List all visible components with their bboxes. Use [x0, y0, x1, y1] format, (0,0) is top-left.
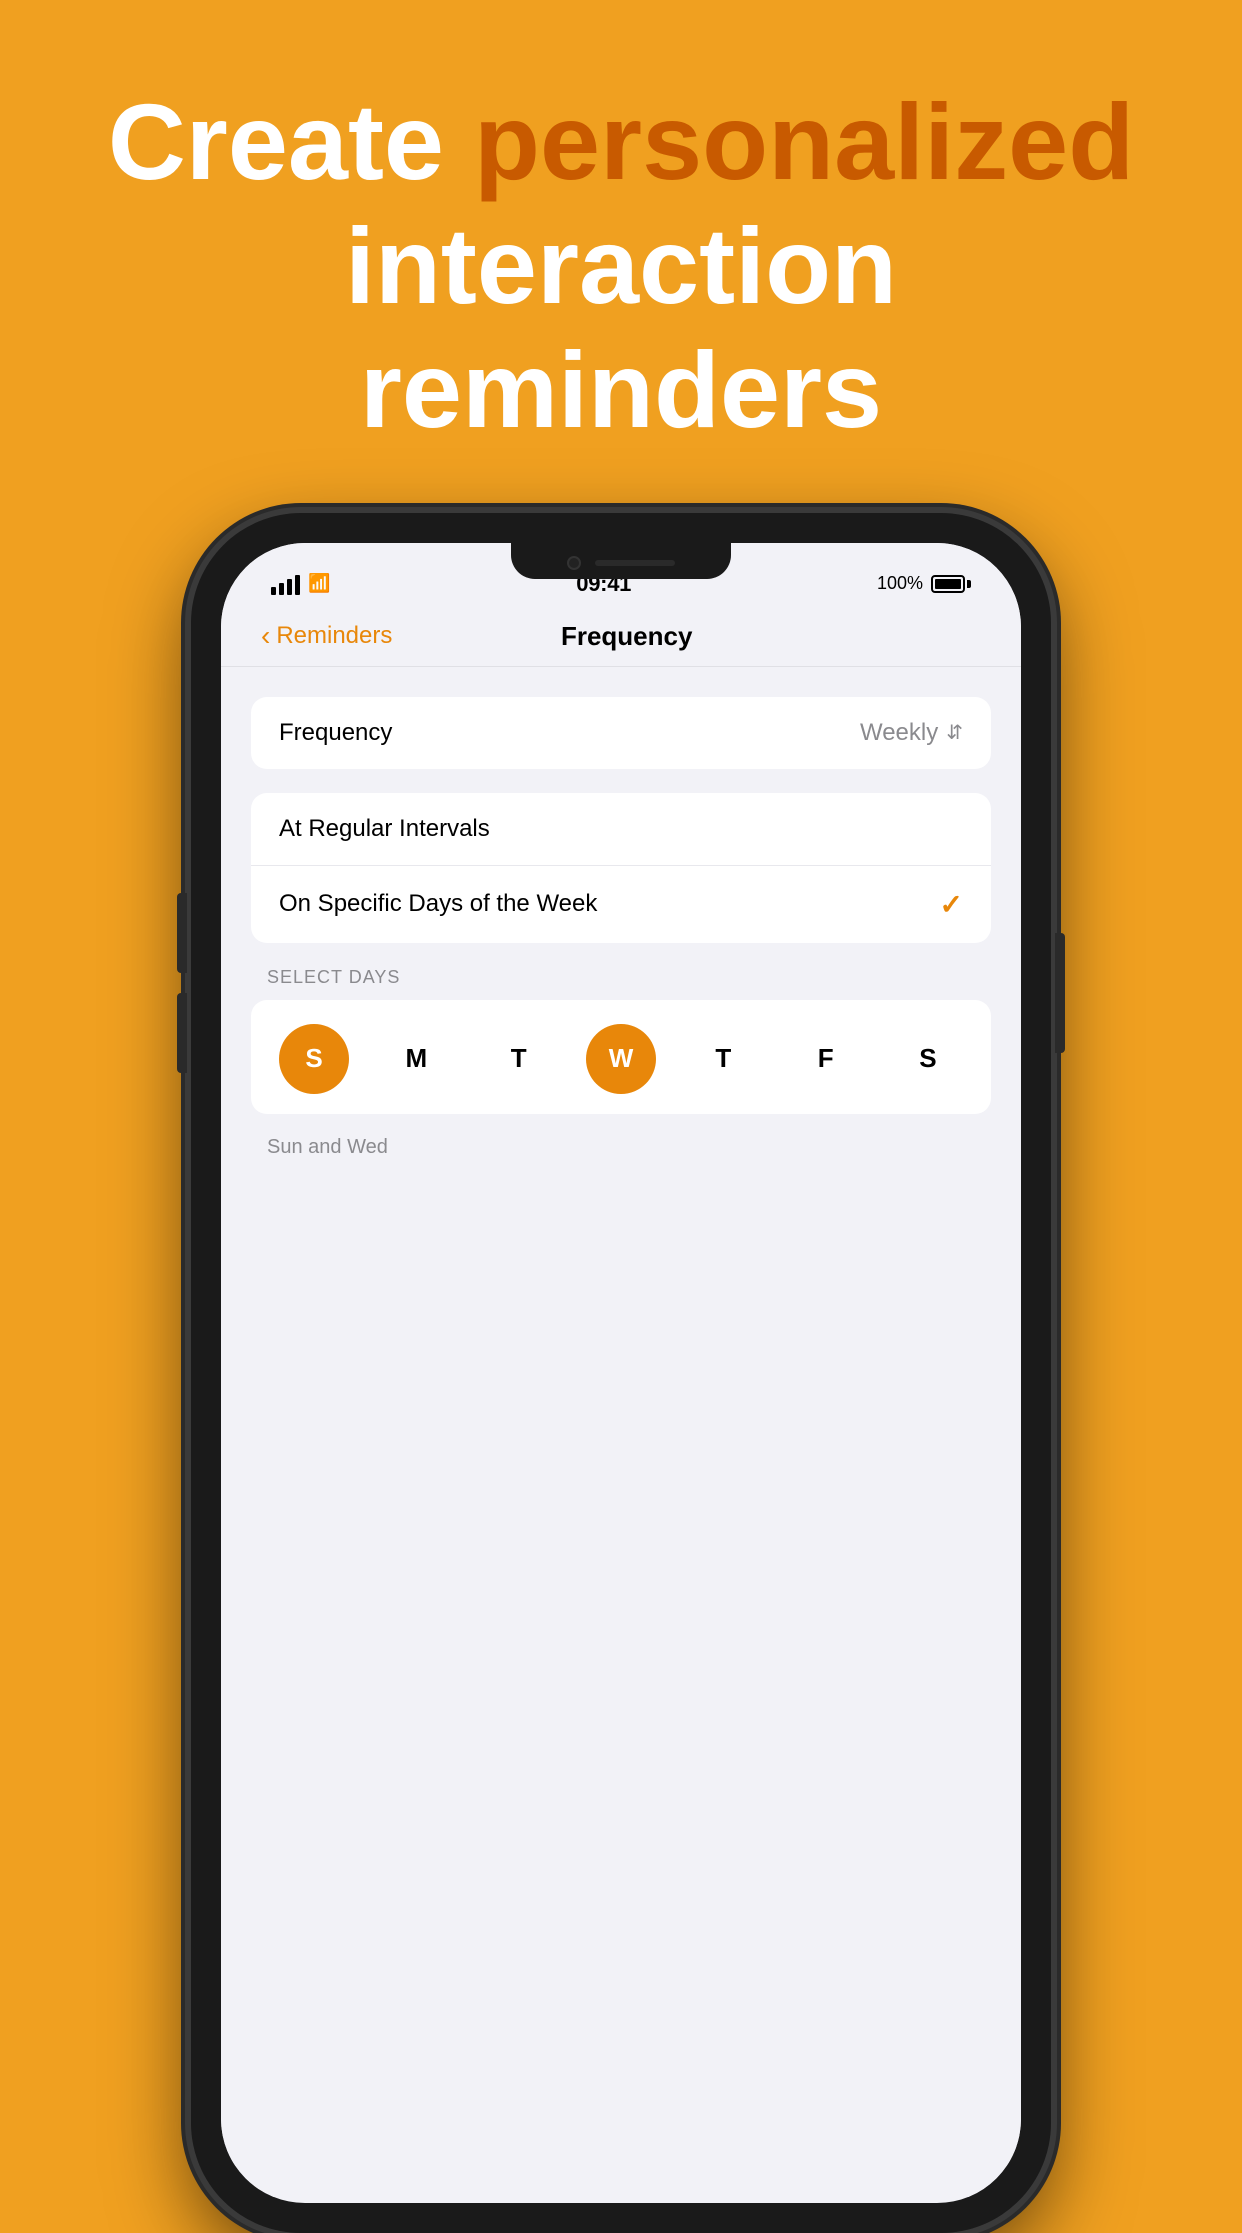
notch [511, 543, 731, 579]
phone-shell: 📶 09:41 100% ‹ Reminders [191, 513, 1051, 2233]
headline-normal: Create [108, 81, 474, 202]
back-chevron-icon: ‹ [261, 622, 270, 650]
status-left: 📶 [271, 573, 330, 595]
option-regular-intervals[interactable]: At Regular Intervals [251, 793, 991, 866]
option-specific-label: On Specific Days of the Week [279, 890, 597, 918]
nav-title: Frequency [392, 621, 861, 652]
signal-bar-2 [279, 583, 284, 595]
volume-up-button [177, 893, 187, 973]
navigation-bar: ‹ Reminders Frequency [221, 607, 1021, 667]
option-regular-label: At Regular Intervals [279, 815, 490, 843]
back-button[interactable]: ‹ Reminders [261, 622, 392, 650]
battery-tip [967, 580, 971, 588]
checkmark-icon: ✓ [940, 888, 963, 921]
headline-highlight: personalized [474, 81, 1134, 202]
frequency-label: Frequency [279, 719, 392, 747]
signal-bar-4 [295, 575, 300, 595]
phone-mockup: 📶 09:41 100% ‹ Reminders [191, 513, 1051, 2208]
camera-dot [567, 556, 581, 570]
days-subtitle: Sun and Wed [251, 1126, 991, 1159]
day-friday[interactable]: F [791, 1024, 861, 1094]
phone-screen: 📶 09:41 100% ‹ Reminders [221, 543, 1021, 2203]
battery-percent: 100% [877, 573, 923, 594]
days-card: S M T W T F S [251, 1000, 991, 1114]
options-card: At Regular Intervals On Specific Days of… [251, 793, 991, 943]
frequency-row[interactable]: Frequency Weekly ⇵ [251, 697, 991, 769]
day-wednesday[interactable]: W [586, 1024, 656, 1094]
frequency-value-text: Weekly [860, 719, 938, 747]
speaker-slit [595, 560, 675, 566]
signal-bar-1 [271, 587, 276, 595]
days-row: S M T W T F S [271, 1024, 971, 1094]
frequency-value: Weekly ⇵ [860, 719, 963, 747]
day-sunday[interactable]: S [279, 1024, 349, 1094]
option-specific-days[interactable]: On Specific Days of the Week ✓ [251, 866, 991, 943]
content-area: Frequency Weekly ⇵ At Regular Intervals … [221, 667, 1021, 2197]
status-right: 100% [877, 573, 971, 594]
frequency-card: Frequency Weekly ⇵ [251, 697, 991, 769]
headline-line2: interaction reminders [345, 205, 897, 450]
signal-bar-3 [287, 579, 292, 595]
day-thursday[interactable]: T [688, 1024, 758, 1094]
battery-body [931, 575, 965, 593]
day-monday[interactable]: M [381, 1024, 451, 1094]
signal-bars [271, 573, 300, 595]
wifi-icon: 📶 [308, 573, 330, 594]
updown-chevron-icon: ⇵ [946, 720, 963, 745]
headline: Create personalized interaction reminder… [80, 80, 1162, 453]
day-tuesday[interactable]: T [484, 1024, 554, 1094]
battery-fill [935, 579, 961, 589]
volume-down-button [177, 993, 187, 1073]
page-header: Create personalized interaction reminder… [0, 0, 1242, 493]
battery-icon [931, 575, 971, 593]
power-button [1055, 933, 1065, 1053]
select-days-header: SELECT DAYS [251, 967, 991, 1000]
day-saturday[interactable]: S [893, 1024, 963, 1094]
back-label: Reminders [276, 622, 392, 650]
